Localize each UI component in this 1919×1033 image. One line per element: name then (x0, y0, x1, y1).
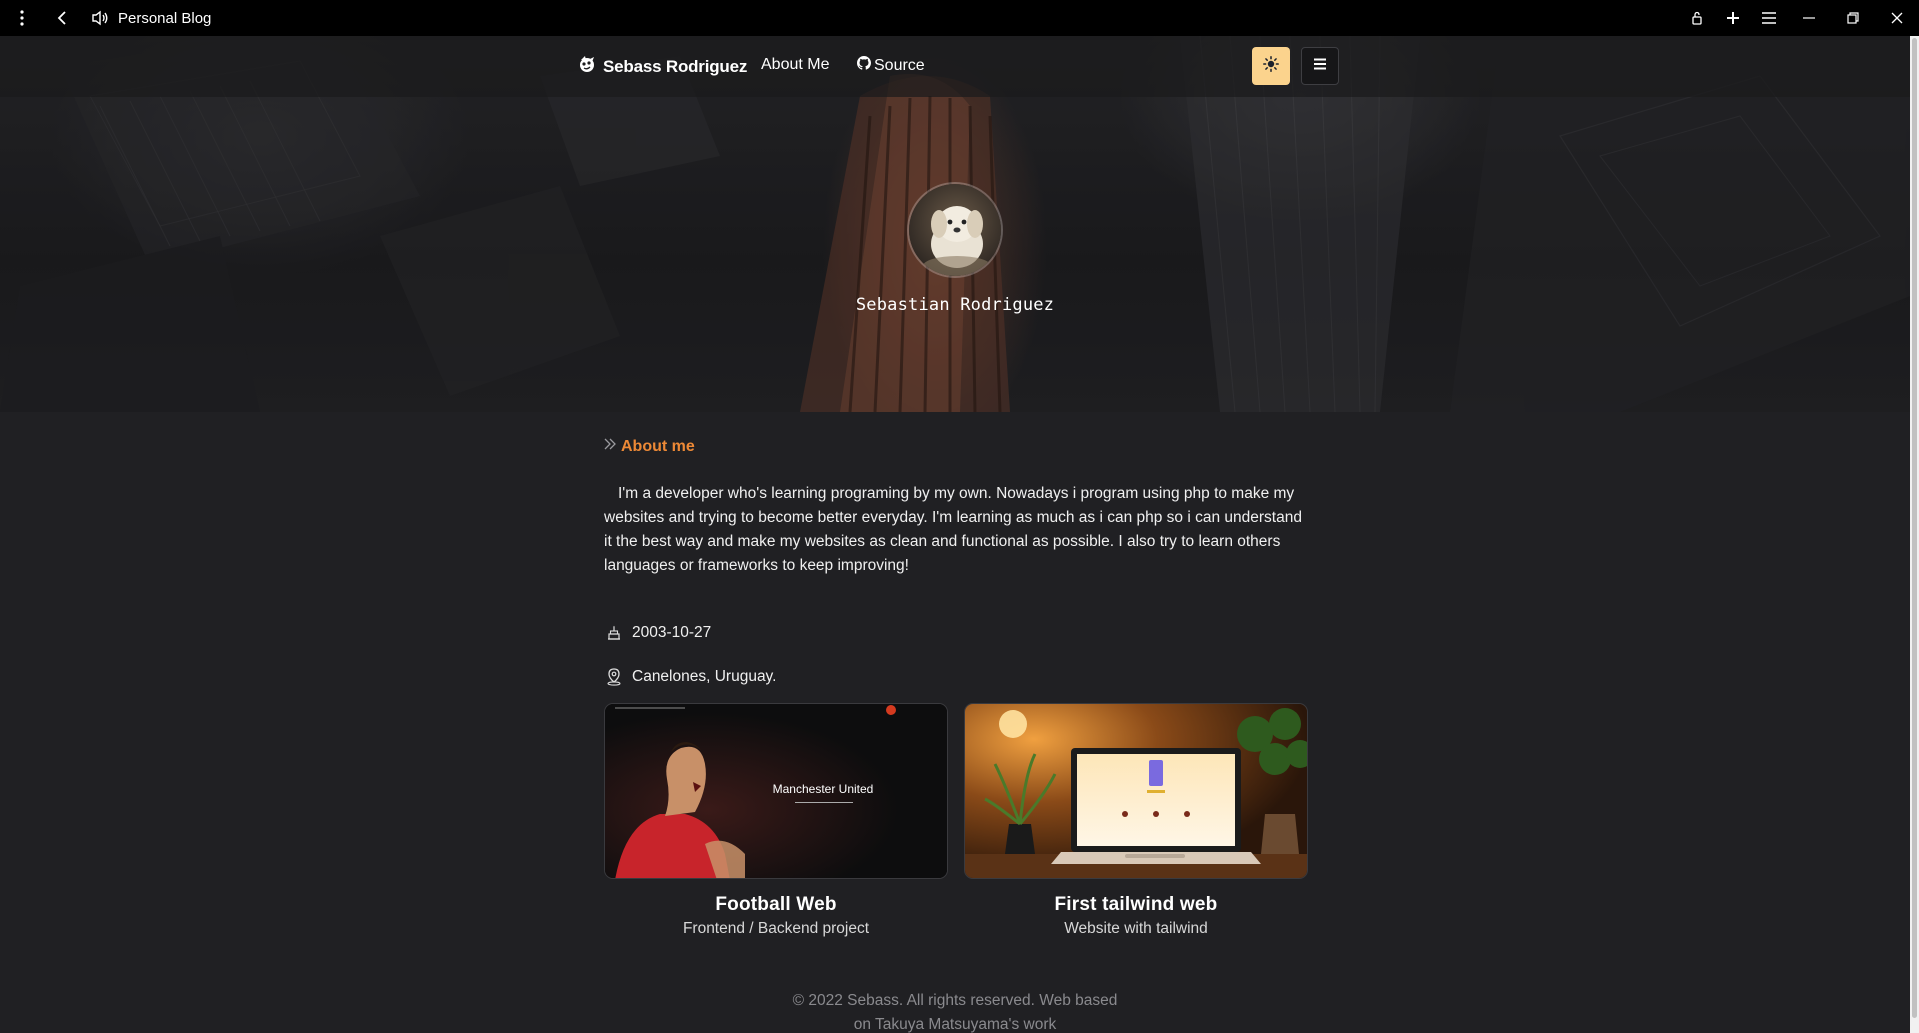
nav-source-label: Source (874, 56, 925, 74)
location-text: Canelones, Uruguay. (632, 668, 777, 685)
theme-toggle-button[interactable] (1252, 47, 1290, 85)
scrollbar-thumb[interactable] (1912, 38, 1917, 1018)
brand-name: Sebass Rodriguez (603, 56, 748, 76)
thumb-caption-underline (795, 802, 853, 803)
birthday-row: 2003-10-27 (604, 623, 711, 643)
location-pin-icon (604, 667, 624, 687)
project-title: First tailwind web (1054, 894, 1218, 915)
double-chevron-right-icon (603, 437, 617, 456)
project-subtitle: Frontend / Backend project (682, 920, 870, 937)
project-thumbnail (964, 703, 1308, 879)
thumb-caption: Manchester United (772, 782, 874, 796)
minimize-icon[interactable] (1787, 0, 1831, 36)
footer-text: © 2022 Sebass. All rights reserved. Web … (792, 992, 1118, 1033)
avatar (907, 182, 1003, 278)
vertical-scrollbar[interactable] (1910, 36, 1919, 1033)
navbar: Sebass Rodriguez About Me Source (0, 36, 1910, 97)
project-card-football-web[interactable]: Manchester United Football Web Frontend … (604, 703, 948, 938)
about-heading: About me (603, 437, 695, 456)
brand-link[interactable]: Sebass Rodriguez (577, 54, 747, 79)
page: Sebass Rodriguez About Me Source Sebasti… (0, 36, 1910, 1033)
github-icon (857, 56, 874, 75)
hamburger-icon[interactable] (1751, 0, 1787, 36)
location-row: Canelones, Uruguay. (604, 667, 776, 687)
project-subtitle: Website with tailwind (1064, 920, 1208, 937)
restore-icon[interactable] (1831, 0, 1875, 36)
project-thumbnail: Manchester United (604, 703, 948, 879)
bio-paragraph: I'm a developer who's learning programin… (604, 482, 1314, 578)
about-heading-label: About me (621, 437, 695, 455)
cake-icon (604, 623, 624, 643)
bio-text: I'm a developer who's learning programin… (604, 485, 1302, 574)
nav-about-me[interactable]: About Me (761, 56, 829, 74)
back-arrow-icon[interactable] (44, 0, 80, 36)
speaker-icon[interactable] (88, 0, 112, 36)
window-titlebar: Personal Blog (0, 0, 1919, 36)
paw-logo-icon (577, 54, 597, 79)
project-card-first-tailwind-web[interactable]: First tailwind web Website with tailwind (964, 703, 1308, 938)
footer: © 2022 Sebass. All rights reserved. Web … (0, 989, 1910, 1033)
nav-source[interactable]: Source (857, 56, 925, 75)
close-icon[interactable] (1875, 0, 1919, 36)
birthday-text: 2003-10-27 (632, 624, 712, 641)
lock-icon[interactable] (1679, 0, 1715, 36)
hero-banner: Sebass Rodriguez About Me Source Sebasti… (0, 36, 1910, 412)
project-title: Football Web (715, 894, 837, 915)
plus-icon[interactable] (1715, 0, 1751, 36)
sun-icon (1263, 55, 1279, 77)
kebab-menu-icon[interactable] (4, 0, 40, 36)
window-title: Personal Blog (118, 9, 212, 27)
menu-button[interactable] (1301, 47, 1339, 85)
profile-name: Sebastian Rodriguez (855, 295, 1055, 315)
hamburger-icon (1313, 57, 1327, 75)
